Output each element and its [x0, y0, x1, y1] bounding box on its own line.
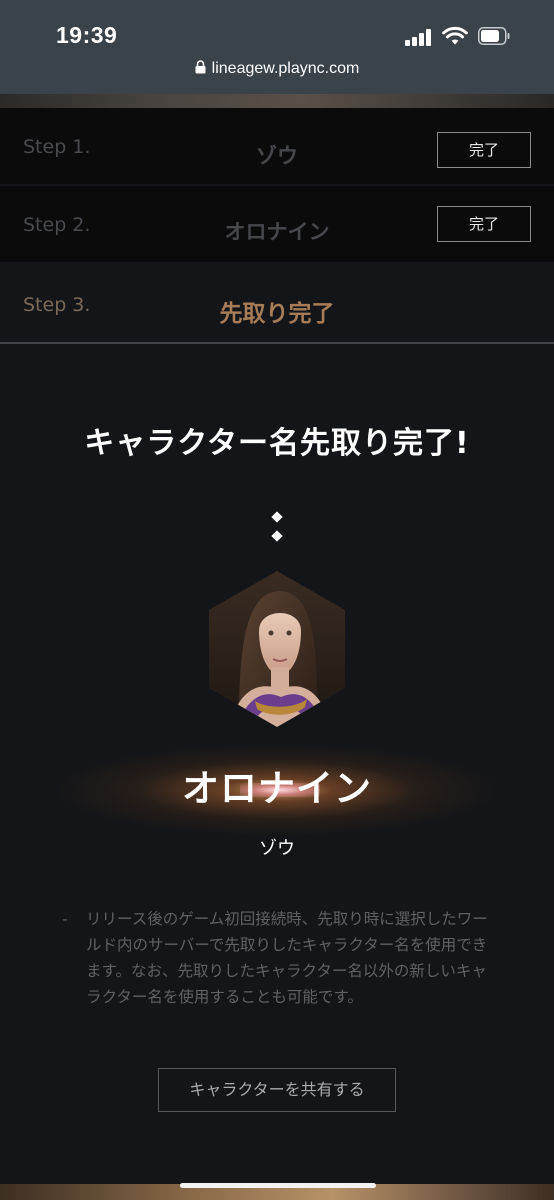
diamond-divider-icon [271, 511, 283, 523]
world-name: ゾウ [259, 838, 295, 859]
step-2-row: Step 2. オロナイン 完了 [0, 186, 554, 262]
lock-icon [195, 60, 206, 74]
wifi-icon [442, 26, 468, 45]
battery-icon [478, 27, 510, 45]
url-bar[interactable]: lineagew.plaync.com [0, 60, 554, 78]
step-2-done-button[interactable]: 完了 [437, 206, 531, 242]
share-character-button[interactable]: キャラクターを共有する [158, 1068, 396, 1112]
step-1-row: Step 1. ゾウ 完了 [0, 108, 554, 184]
page-title: キャラクター名先取り完了! [84, 426, 470, 461]
character-portrait [209, 571, 345, 727]
notice-bullet: - [62, 910, 68, 928]
diamond-divider-icon [271, 530, 283, 542]
step-3-row: Step 3. 先取り完了 [0, 262, 554, 344]
character-name: オロナイン [182, 767, 372, 810]
step-3-value: 先取り完了 [219, 301, 335, 327]
status-bar: 19:39 lineagew.plaync.com [0, 0, 554, 94]
notice-text: リリース後のゲーム初回接続時、先取り時に選択したワールド内のサーバーで先取りした… [86, 910, 488, 1006]
signal-icon [405, 28, 433, 46]
home-indicator[interactable] [180, 1183, 376, 1188]
step-1-done-button[interactable]: 完了 [437, 132, 531, 168]
url-text: lineagew.plaync.com [211, 60, 360, 77]
hero-image-strip [0, 94, 554, 108]
notice-text-block: - リリース後のゲーム初回接続時、先取り時に選択したワールド内のサーバーで先取り… [62, 906, 502, 1010]
status-time: 19:39 [56, 22, 118, 48]
